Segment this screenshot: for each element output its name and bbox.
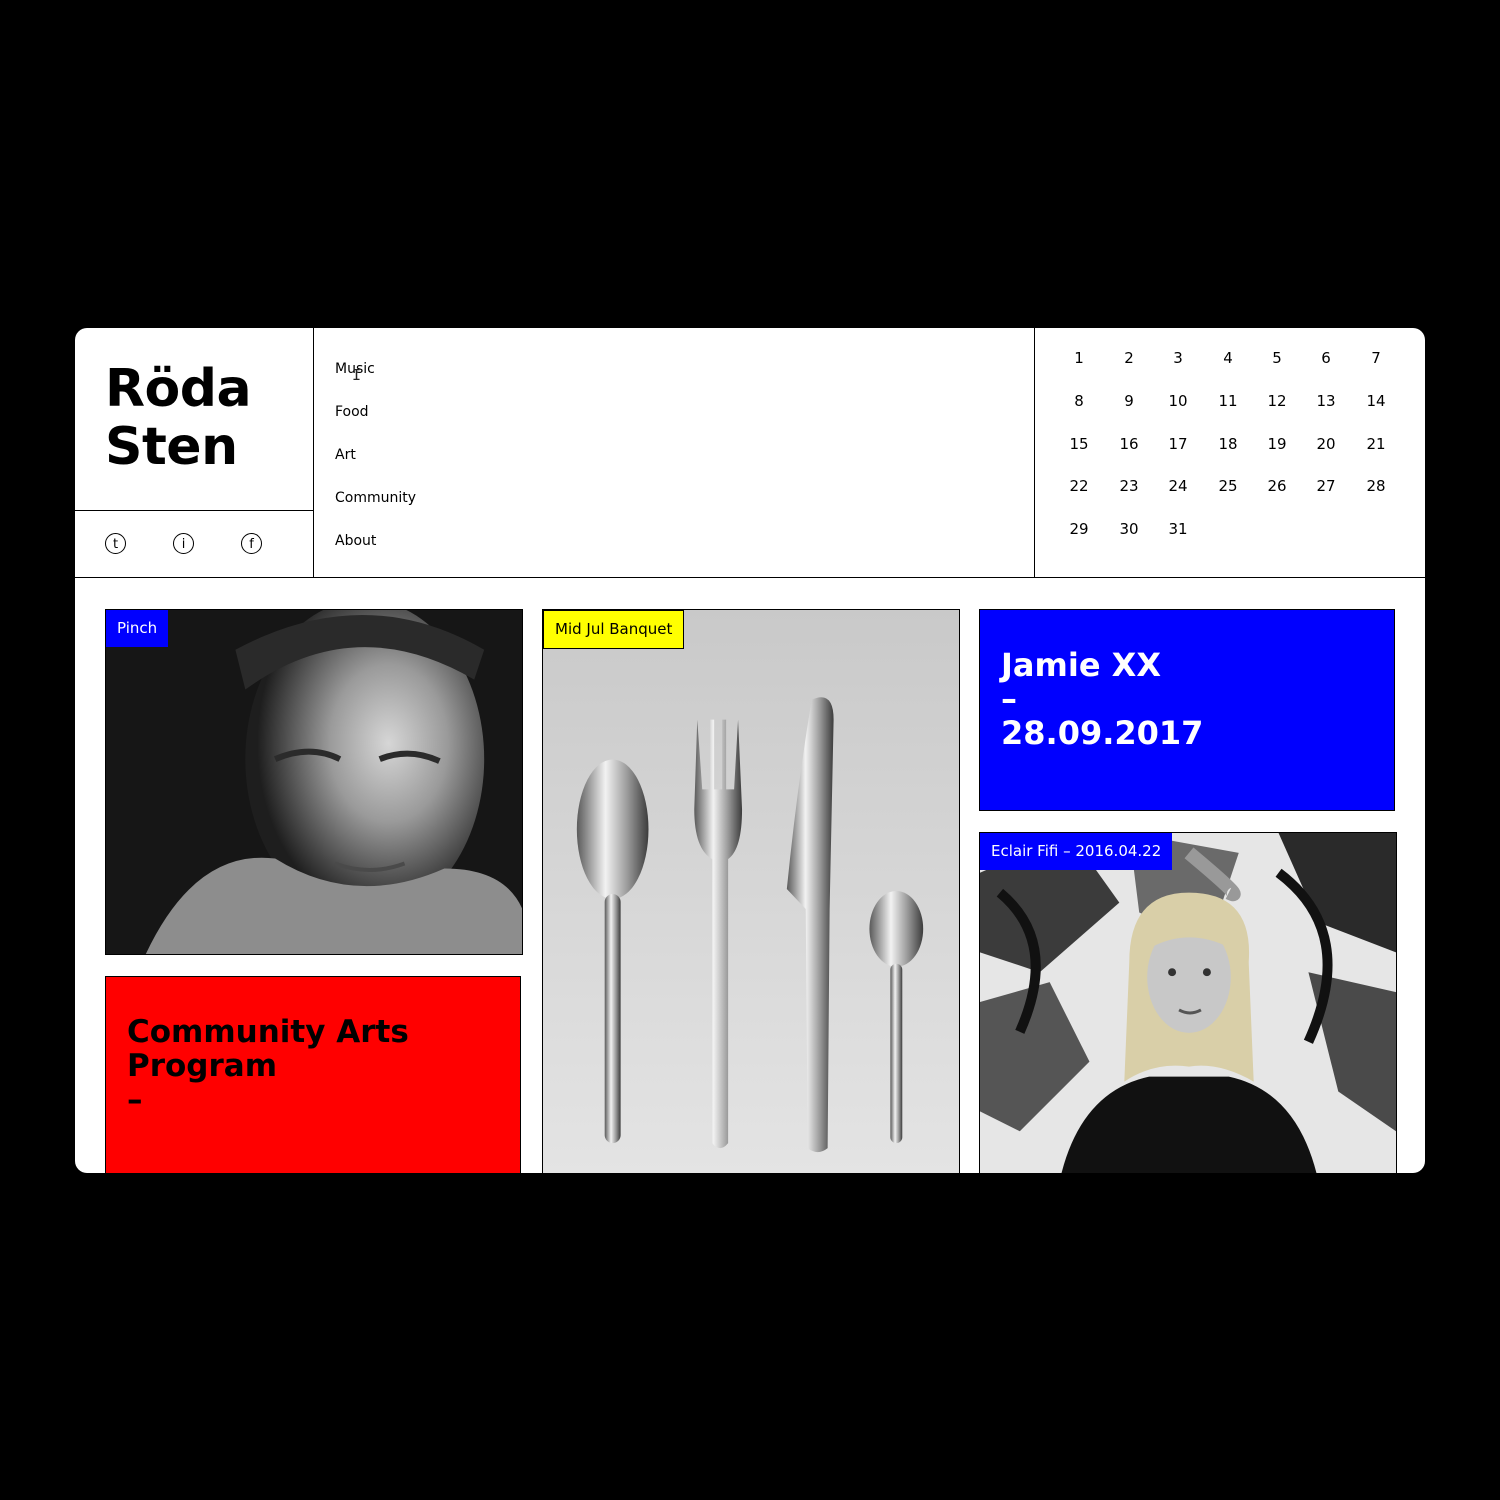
brand-panel: Röda Sten t i f xyxy=(75,328,314,577)
logo-line-1: Röda xyxy=(105,359,252,419)
calendar-day[interactable]: 1 xyxy=(1059,349,1099,367)
calendar-day[interactable]: 21 xyxy=(1356,435,1396,453)
calendar-day[interactable]: 28 xyxy=(1356,477,1396,495)
cutlery-photo xyxy=(543,610,959,1173)
jamie-title-date: 28.09.2017 xyxy=(1001,714,1204,752)
nav-item-community[interactable]: Community xyxy=(335,490,416,506)
calendar-day[interactable]: 18 xyxy=(1208,435,1248,453)
calendar-day[interactable]: 10 xyxy=(1158,392,1198,410)
event-card-eclair-fifi[interactable]: Eclair Fifi – 2016.04.22 xyxy=(979,832,1397,1173)
calendar-day[interactable]: 19 xyxy=(1257,435,1297,453)
calendar-day[interactable]: 5 xyxy=(1257,349,1297,367)
calendar-day[interactable]: 4 xyxy=(1208,349,1248,367)
instagram-icon[interactable]: i xyxy=(173,533,194,554)
pinch-photo xyxy=(106,610,522,954)
jamie-title-dash: – xyxy=(1001,680,1017,718)
calendar-grid: 1 2 3 4 5 6 7 8 9 10 11 12 13 14 15 16 17 18 19 20 21 22 23 24 2… xyxy=(1035,328,1425,577)
event-card-mid-jul-banquet[interactable]: Mid Jul Banquet xyxy=(542,609,960,1173)
facebook-icon[interactable]: f xyxy=(241,533,262,554)
calendar-day[interactable]: 13 xyxy=(1306,392,1346,410)
text-cursor-icon: I xyxy=(352,366,362,384)
site-logo[interactable]: Röda Sten xyxy=(105,359,252,477)
logo-line-2: Sten xyxy=(105,417,238,477)
calendar-day[interactable]: 9 xyxy=(1109,392,1149,410)
event-card-pinch[interactable]: Pinch xyxy=(105,609,523,955)
calendar-day[interactable]: 14 xyxy=(1356,392,1396,410)
calendar-day[interactable]: 8 xyxy=(1059,392,1099,410)
community-title-line-1: Community Arts xyxy=(127,1014,409,1050)
calendar-day[interactable]: 31 xyxy=(1158,520,1198,538)
jamie-xx-card[interactable]: Jamie XX – 28.09.2017 xyxy=(979,609,1395,811)
calendar-day[interactable]: 12 xyxy=(1257,392,1297,410)
calendar-day[interactable]: 11 xyxy=(1208,392,1248,410)
twitter-icon[interactable]: t xyxy=(105,533,126,554)
community-title-dash: – xyxy=(127,1082,143,1118)
calendar-day[interactable]: 22 xyxy=(1059,477,1099,495)
calendar-day[interactable]: 27 xyxy=(1306,477,1346,495)
nav-item-about[interactable]: About xyxy=(335,533,376,549)
calendar-day[interactable]: 17 xyxy=(1158,435,1198,453)
social-links: t i f xyxy=(75,510,313,578)
main-nav: Music Food Art Community About I xyxy=(314,328,1035,577)
community-title-line-2: Program xyxy=(127,1048,278,1084)
calendar-day[interactable]: 23 xyxy=(1109,477,1149,495)
jamie-title-line-1: Jamie XX xyxy=(1001,646,1161,684)
community-arts-card[interactable]: Community Arts Program – xyxy=(105,976,521,1173)
calendar-day[interactable]: 7 xyxy=(1356,349,1396,367)
nav-item-food[interactable]: Food xyxy=(335,404,369,420)
calendar-day[interactable]: 3 xyxy=(1158,349,1198,367)
calendar-day[interactable]: 25 xyxy=(1208,477,1248,495)
tag-mid-jul-banquet: Mid Jul Banquet xyxy=(543,610,685,649)
nav-item-art[interactable]: Art xyxy=(335,447,356,463)
calendar-day[interactable]: 26 xyxy=(1257,477,1297,495)
site-header: Röda Sten t i f Music Food Art Community… xyxy=(75,328,1425,578)
calendar-day[interactable]: 6 xyxy=(1306,349,1346,367)
calendar-day[interactable]: 2 xyxy=(1109,349,1149,367)
eclair-fifi-photo xyxy=(980,833,1396,1173)
tag-pinch: Pinch xyxy=(106,610,169,647)
community-arts-title: Community Arts Program – xyxy=(127,1015,409,1117)
jamie-xx-title: Jamie XX – 28.09.2017 xyxy=(1001,648,1203,750)
tag-eclair-fifi: Eclair Fifi – 2016.04.22 xyxy=(980,833,1173,870)
calendar-day[interactable]: 24 xyxy=(1158,477,1198,495)
calendar-day[interactable]: 16 xyxy=(1109,435,1149,453)
calendar-day[interactable]: 20 xyxy=(1306,435,1346,453)
calendar-day[interactable]: 15 xyxy=(1059,435,1099,453)
calendar-day[interactable]: 29 xyxy=(1059,520,1099,538)
calendar-day[interactable]: 30 xyxy=(1109,520,1149,538)
browser-window: Röda Sten t i f Music Food Art Community… xyxy=(75,328,1425,1173)
